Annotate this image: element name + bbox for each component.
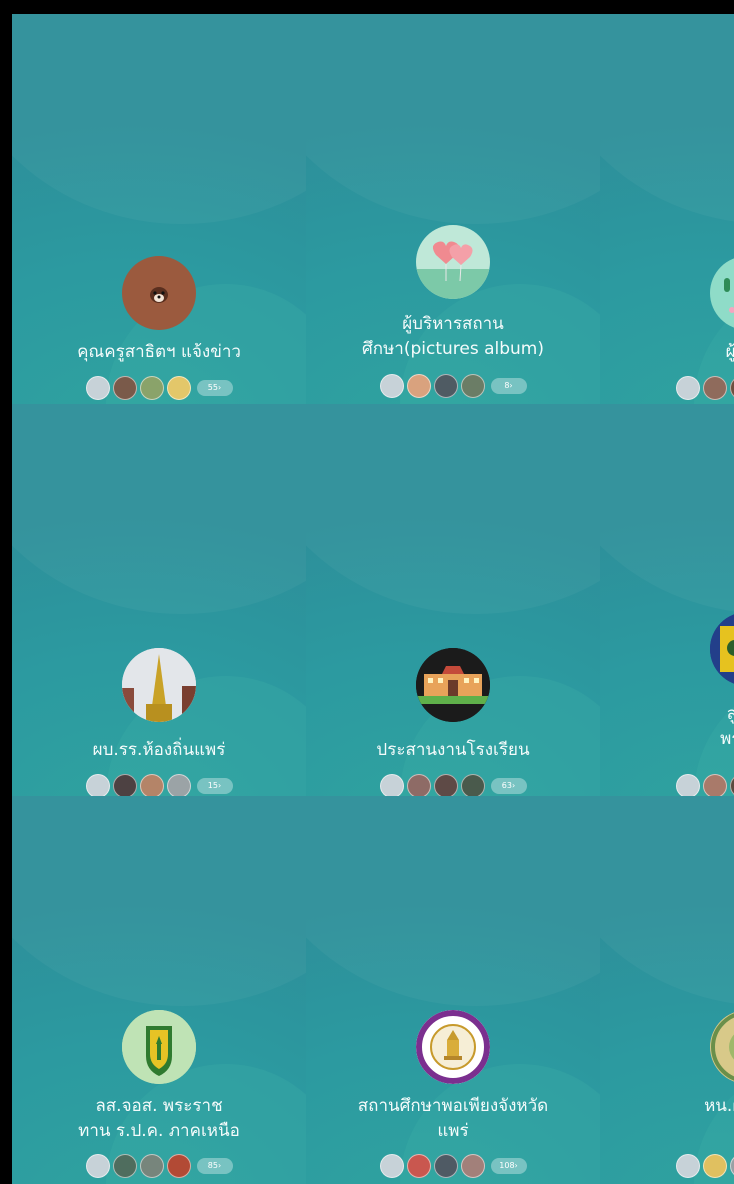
group-tile-scouts-partial[interactable]: ลูกเสือ พระราช [600, 404, 734, 796]
member-avatar [85, 774, 110, 796]
group-name: สถานศึกษาพอเพียงจังหวัด แพร่ [357, 1096, 549, 1141]
member-avatar [406, 774, 431, 796]
member-avatar [166, 376, 191, 400]
member-avatar [112, 1154, 137, 1178]
member-avatar [703, 1154, 727, 1178]
group-tile-local-school-directors[interactable]: ผบ.รร.ห้องถิ่นแพร่ 15› [12, 404, 306, 796]
group-grid: คุณครูสาธิตฯ แจ้งข่าว 55› ผู้บริหารสถาน … [12, 14, 734, 1184]
group-name: ผู้บริหารสถาน ศึกษา(pictures album) [361, 314, 544, 359]
member-avatar [166, 774, 191, 796]
member-count-badge: 15› [196, 778, 233, 794]
bear-icon [122, 256, 196, 330]
member-count-badge: 108› [490, 1158, 527, 1174]
group-tile-teacher-news[interactable]: คุณครูสาธิตฯ แจ้งข่าว 55› [12, 14, 306, 404]
group-name: หน.ฝ่าย&หน ล [704, 1096, 734, 1116]
group-list-screen: คุณครูสาธิตฯ แจ้งข่าว 55› ผู้บริหารสถาน … [12, 14, 734, 1184]
group-tile-admin-album[interactable]: ผู้บริหารสถาน ศึกษา(pictures album) 8› [306, 14, 600, 404]
member-avatar [460, 1154, 485, 1178]
member-avatar [139, 376, 164, 400]
member-avatar [406, 1154, 431, 1178]
member-avatars [676, 376, 734, 400]
heart-balloons-icon [416, 225, 490, 299]
scout-badge-icon [122, 1010, 196, 1084]
royal-seal-icon [416, 1010, 490, 1084]
member-avatar [166, 1154, 191, 1178]
group-name: ผู้บริหา [725, 342, 734, 362]
group-name: ลูกเสือ พระราช [720, 704, 734, 749]
member-avatars [676, 774, 734, 796]
scout-emblem-icon [710, 612, 734, 686]
member-avatar [703, 774, 727, 796]
member-avatar [433, 1154, 458, 1178]
member-avatar [433, 774, 458, 796]
group-name: คุณครูสาธิตฯ แจ้งข่าว [77, 342, 241, 362]
group-tile-royal-scouts-north[interactable]: ลส.จอส. พระราช ทาน ร.ป.ค. ภาคเหนือ 85› [12, 796, 306, 1184]
member-avatar [85, 376, 110, 400]
member-avatar [112, 376, 137, 400]
member-avatars: 63› [306, 774, 600, 796]
member-avatars: 55› [12, 376, 306, 400]
group-tile-school-coordination[interactable]: ประสานงานโรงเรียน 63› [306, 404, 600, 796]
member-count-badge: 63› [490, 778, 527, 794]
member-avatar [379, 374, 404, 398]
member-avatar [676, 774, 700, 796]
member-avatar [730, 774, 734, 796]
member-count-badge: 55› [196, 380, 233, 396]
member-count-badge: 85› [196, 1158, 233, 1174]
member-avatar [139, 774, 164, 796]
group-name: ลส.จอส. พระราช ทาน ร.ป.ค. ภาคเหนือ [78, 1096, 240, 1141]
group-name: ผบ.รร.ห้องถิ่นแพร่ [92, 740, 226, 760]
group-name: ประสานงานโรงเรียน [376, 740, 530, 760]
group-tile-section-heads-partial[interactable]: หน.ฝ่าย&หน ล [600, 796, 734, 1184]
member-avatar [433, 374, 458, 398]
member-avatar [676, 1154, 700, 1178]
pagoda-icon [122, 648, 196, 722]
member-avatar [460, 774, 485, 796]
member-avatar [730, 1154, 734, 1178]
member-avatar [730, 376, 734, 400]
member-avatars: 8› [306, 374, 600, 398]
member-avatars [676, 1154, 734, 1178]
member-avatar [676, 376, 700, 400]
member-count-badge: 8› [490, 378, 527, 394]
member-avatar [703, 376, 727, 400]
member-avatar [406, 374, 431, 398]
group-tile-sufficiency-schools-phrae[interactable]: สถานศึกษาพอเพียงจังหวัด แพร่ 108› [306, 796, 600, 1184]
member-avatars: 108› [306, 1154, 600, 1178]
member-avatar [139, 1154, 164, 1178]
member-avatar [460, 374, 485, 398]
member-avatar [85, 1154, 110, 1178]
member-avatar [112, 774, 137, 796]
office-seal-icon [710, 1010, 734, 1084]
cactus-icon [710, 256, 734, 330]
member-avatar [379, 774, 404, 796]
member-avatar [379, 1154, 404, 1178]
group-tile-admin-partial[interactable]: ผู้บริหา [600, 14, 734, 404]
member-avatars: 85› [12, 1154, 306, 1178]
school-building-icon [416, 648, 490, 722]
member-avatars: 15› [12, 774, 306, 796]
